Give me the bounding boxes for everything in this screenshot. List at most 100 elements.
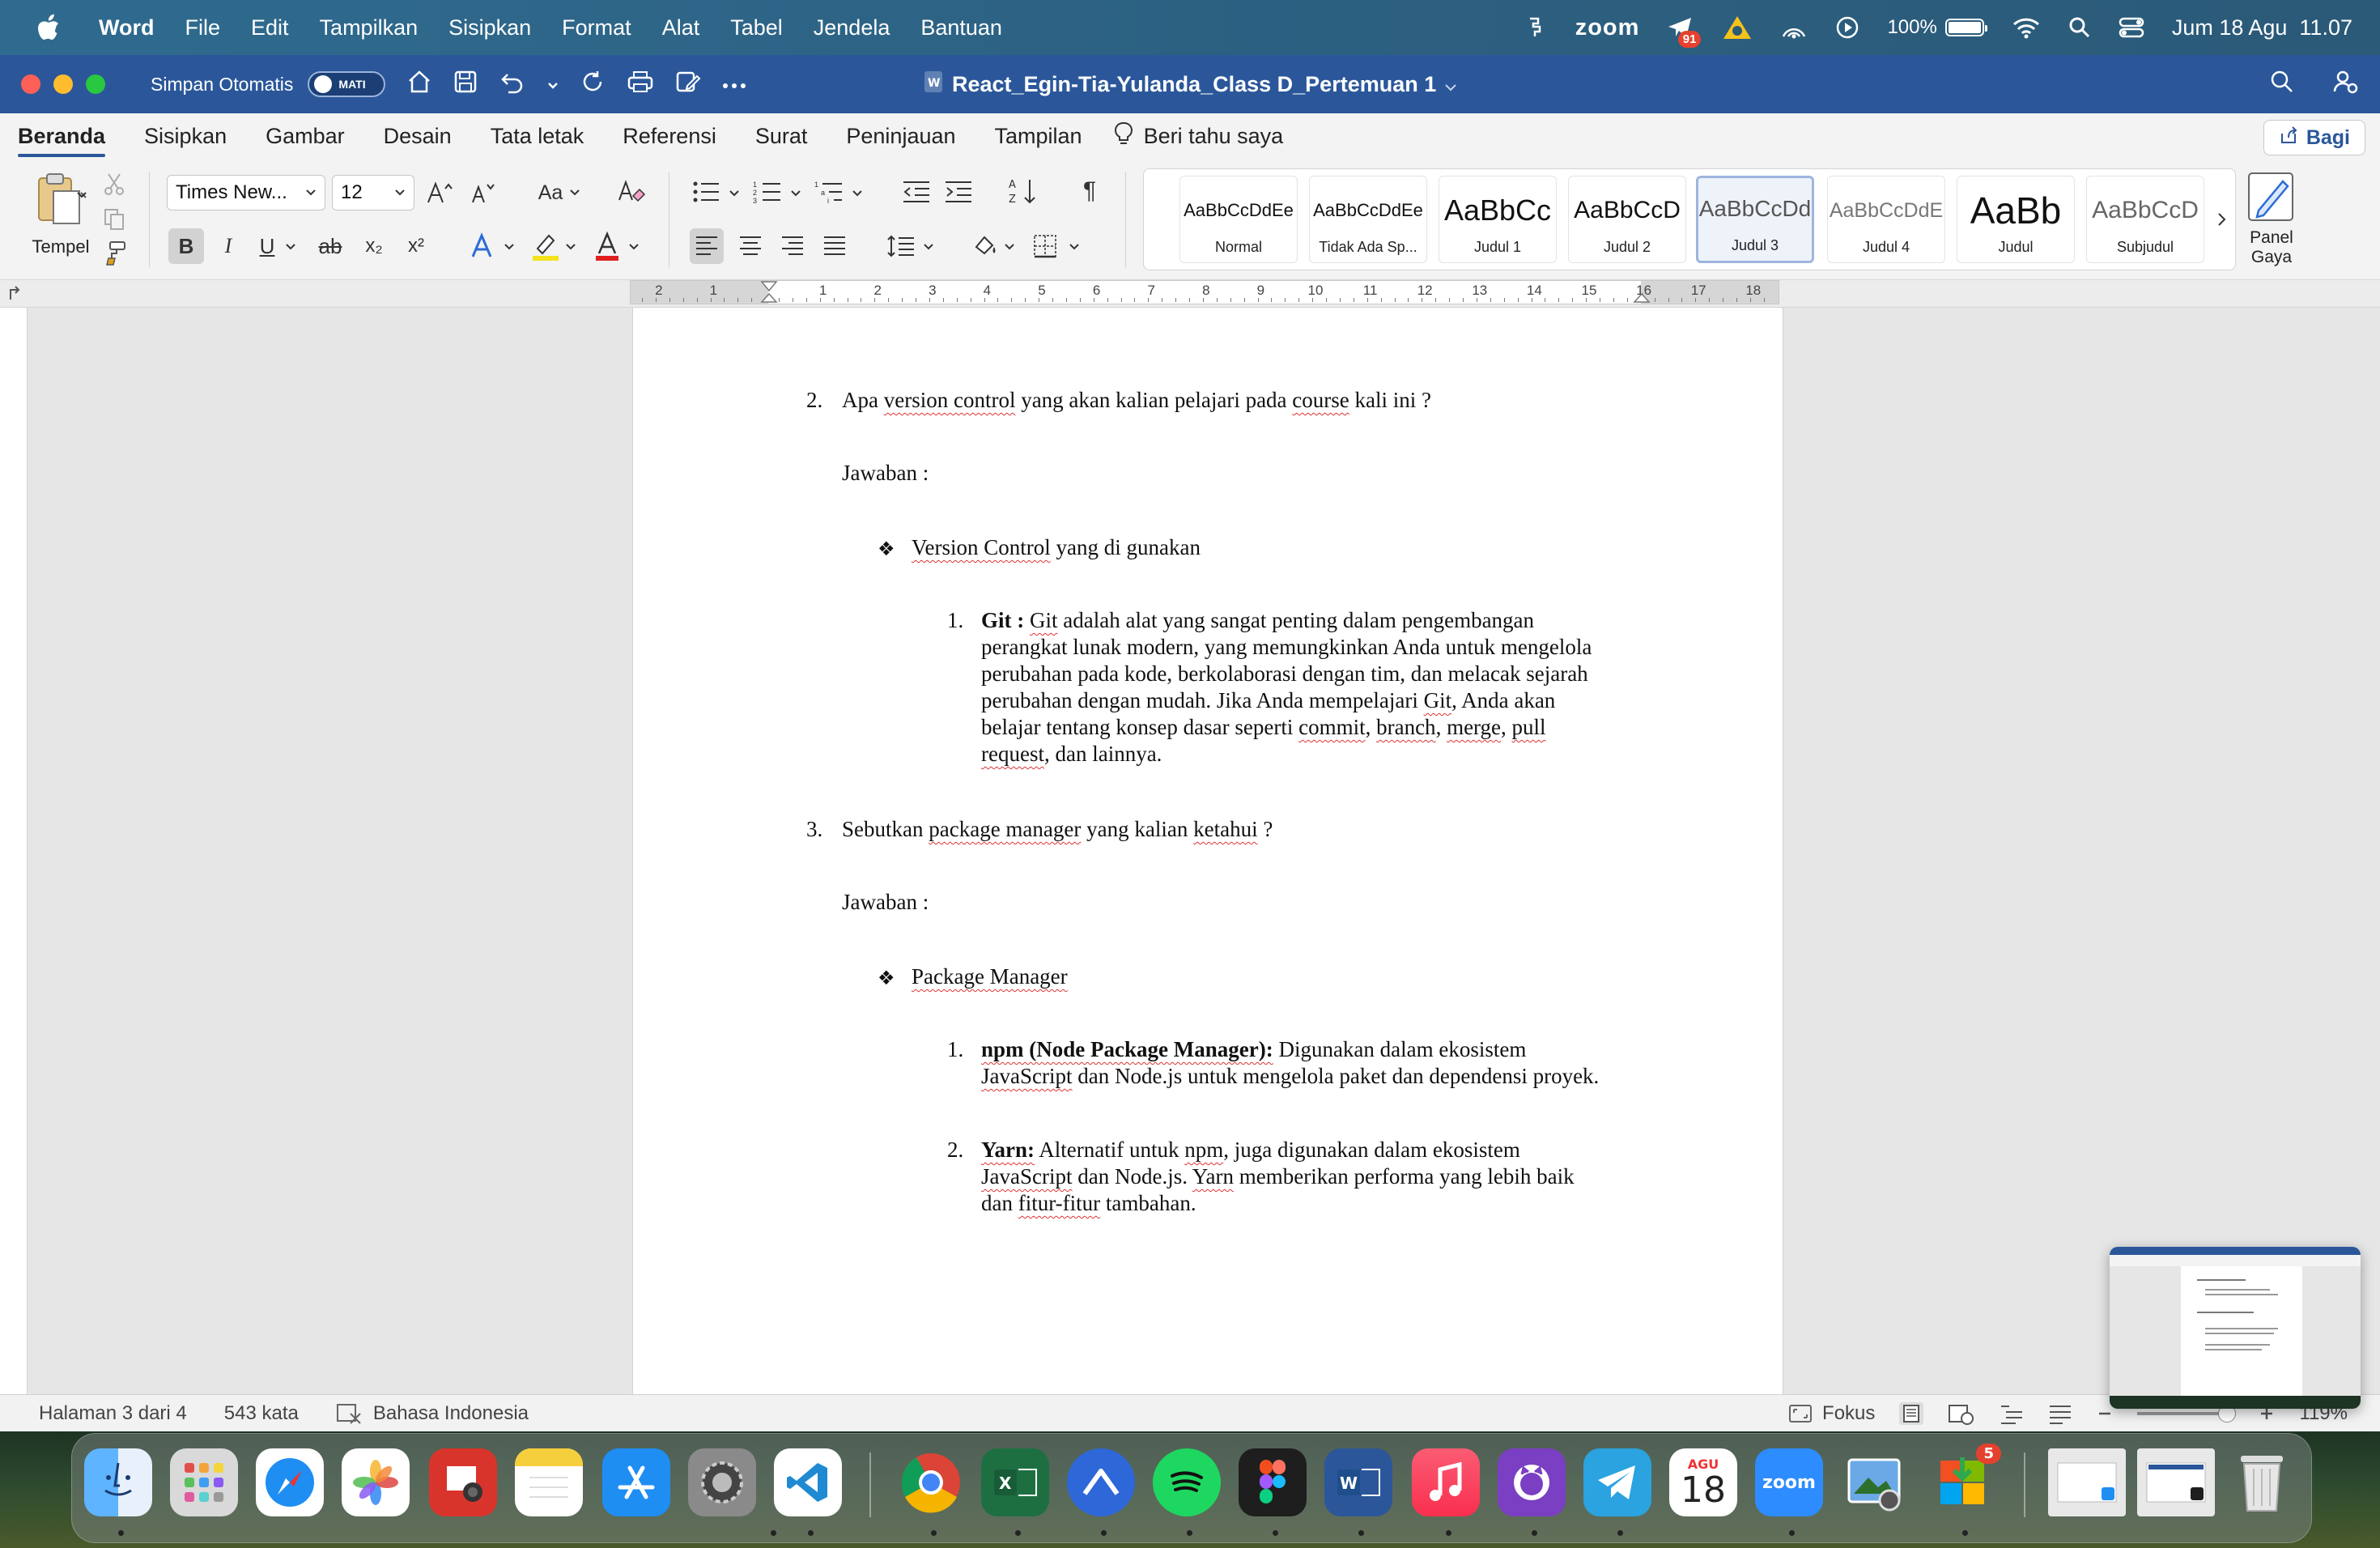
battery-status[interactable]: 100%: [1887, 16, 1987, 39]
strikethrough-button[interactable]: ab: [314, 228, 346, 264]
decrease-indent-icon[interactable]: [900, 176, 933, 207]
borders-icon[interactable]: [1028, 228, 1062, 264]
text-effects-icon[interactable]: [466, 230, 499, 262]
preview-icon[interactable]: [1842, 1448, 1910, 1516]
multilevel-dropdown-icon[interactable]: [852, 189, 863, 198]
share-button[interactable]: Bagi: [2263, 120, 2365, 155]
font-size-select[interactable]: 12: [332, 175, 414, 211]
outline-view-icon[interactable]: [2000, 1402, 2024, 1425]
wifi-icon[interactable]: [2012, 16, 2041, 39]
hanging-indent-marker[interactable]: [760, 292, 778, 305]
menu-tampilkan[interactable]: Tampilkan: [320, 15, 419, 40]
tab-referensi[interactable]: Referensi: [623, 113, 716, 159]
sort-icon[interactable]: AZ: [1007, 175, 1039, 207]
language-indicator[interactable]: Bahasa Indonesia: [336, 1402, 529, 1425]
tab-peninjauan[interactable]: Peninjauan: [846, 113, 955, 159]
close-window-button[interactable]: [21, 74, 40, 94]
style-heading-4[interactable]: AaBbCcDdE Judul 4: [1827, 176, 1945, 263]
underline-dropdown-icon[interactable]: [285, 243, 296, 251]
telegram-icon[interactable]: [1583, 1448, 1651, 1516]
numbering-dropdown-icon[interactable]: [790, 189, 801, 198]
tab-surat[interactable]: Surat: [755, 113, 808, 159]
horizontal-ruler[interactable]: 2 1 1 2 3 4 5 6 7 8 9 10 11 12 13 14 15 16 17 18: [630, 280, 1779, 304]
notes-icon[interactable]: [515, 1448, 583, 1516]
clear-formatting-icon[interactable]: [615, 176, 648, 207]
undo-icon[interactable]: [499, 70, 526, 100]
first-line-indent-marker[interactable]: [760, 281, 778, 292]
warning-icon[interactable]: [1722, 14, 1753, 41]
multilevel-list-icon[interactable]: 1ai: [813, 176, 845, 207]
save-icon[interactable]: [453, 70, 478, 100]
vscode-icon[interactable]: [774, 1448, 842, 1516]
search-icon[interactable]: [2270, 70, 2294, 100]
text-effects-dropdown-icon[interactable]: [504, 243, 515, 251]
paste-button[interactable]: Tempel: [16, 170, 105, 257]
more-options-icon[interactable]: [722, 73, 746, 96]
app-store-icon[interactable]: [602, 1448, 670, 1516]
italic-button[interactable]: I: [214, 228, 243, 264]
menu-sisipkan[interactable]: Sisipkan: [448, 15, 531, 40]
word-app-icon[interactable]: W: [1324, 1448, 1392, 1516]
font-color-dropdown-icon[interactable]: [628, 243, 640, 251]
telegram-status-icon[interactable]: 91: [1667, 15, 1702, 48]
edit-doc-icon[interactable]: [675, 70, 701, 100]
recent-window-thumbnail[interactable]: [2137, 1448, 2215, 1516]
line-spacing-dropdown-icon[interactable]: [923, 243, 934, 251]
document-title-area[interactable]: W React_Egin-Tia-Yulanda_Class D_Pertemu…: [923, 55, 1457, 113]
copy-icon[interactable]: [102, 207, 126, 232]
title-chevron-down-icon[interactable]: [1444, 72, 1457, 97]
styles-next-chevron-icon[interactable]: [2212, 205, 2232, 234]
menu-jendela[interactable]: Jendela: [814, 15, 890, 40]
window-thumbnail-preview[interactable]: [2110, 1247, 2361, 1409]
numbering-icon[interactable]: 123: [751, 176, 784, 207]
play-icon[interactable]: [1835, 15, 1859, 40]
account-settings-icon[interactable]: [2333, 69, 2359, 100]
borders-dropdown-icon[interactable]: [1069, 243, 1080, 251]
spotlight-search-icon[interactable]: [2068, 16, 2091, 39]
style-heading-1[interactable]: AaBbCc Judul 1: [1439, 176, 1557, 263]
calendar-icon[interactable]: AGU 18: [1669, 1448, 1737, 1516]
style-subtitle[interactable]: AaBbCcD Subjudul: [2086, 176, 2204, 263]
align-right-icon[interactable]: [776, 228, 810, 264]
recent-window-thumbnail[interactable]: [2048, 1448, 2126, 1516]
increase-indent-icon[interactable]: [942, 176, 975, 207]
focus-mode-button[interactable]: Fokus: [1788, 1402, 1875, 1425]
style-heading-2[interactable]: AaBbCcD Judul 2: [1568, 176, 1686, 263]
align-left-icon[interactable]: [690, 228, 724, 264]
excel-icon[interactable]: X: [981, 1448, 1049, 1516]
grow-font-icon[interactable]: [424, 178, 457, 207]
zoom-app-icon[interactable]: zoom: [1755, 1448, 1823, 1516]
tab-sisipkan[interactable]: Sisipkan: [144, 113, 227, 159]
tell-me-box[interactable]: Beri tahu saya: [1114, 121, 1283, 151]
shading-dropdown-icon[interactable]: [1004, 243, 1015, 251]
print-icon[interactable]: [627, 70, 654, 100]
photos-icon[interactable]: [342, 1448, 410, 1516]
highlight-color-icon[interactable]: [529, 228, 562, 264]
tab-tampilan[interactable]: Tampilan: [995, 113, 1082, 159]
line-spacing-icon[interactable]: [884, 228, 918, 264]
photo-booth-icon[interactable]: [429, 1448, 497, 1516]
bullets-dropdown-icon[interactable]: [729, 189, 740, 198]
cut-icon[interactable]: [102, 172, 126, 196]
tab-tata-letak[interactable]: Tata letak: [491, 113, 584, 159]
menubar-clock[interactable]: Jum 18 Agu 11.07: [2172, 15, 2352, 40]
tab-gambar[interactable]: Gambar: [266, 113, 345, 159]
safari-icon[interactable]: [256, 1448, 324, 1516]
music-icon[interactable]: [1412, 1448, 1480, 1516]
menu-file[interactable]: File: [185, 15, 221, 40]
justify-icon[interactable]: [818, 228, 852, 264]
align-center-icon[interactable]: [733, 228, 767, 264]
print-layout-view-icon[interactable]: [1899, 1402, 1924, 1425]
tab-selector-icon[interactable]: [5, 283, 24, 303]
autosave-toggle[interactable]: MATI: [308, 71, 386, 97]
finder-icon[interactable]: [84, 1448, 152, 1516]
menu-edit[interactable]: Edit: [251, 15, 289, 40]
zoom-window-button[interactable]: [86, 74, 105, 94]
chrome-icon[interactable]: [897, 1448, 965, 1516]
page-indicator[interactable]: Halaman 3 dari 4: [39, 1402, 187, 1425]
undo-dropdown-icon[interactable]: [547, 73, 559, 96]
underline-button[interactable]: U: [253, 228, 282, 264]
zoom-slider[interactable]: [2137, 1405, 2237, 1423]
mountain-app-icon[interactable]: [1067, 1448, 1135, 1516]
menu-app-word[interactable]: Word: [99, 15, 155, 40]
